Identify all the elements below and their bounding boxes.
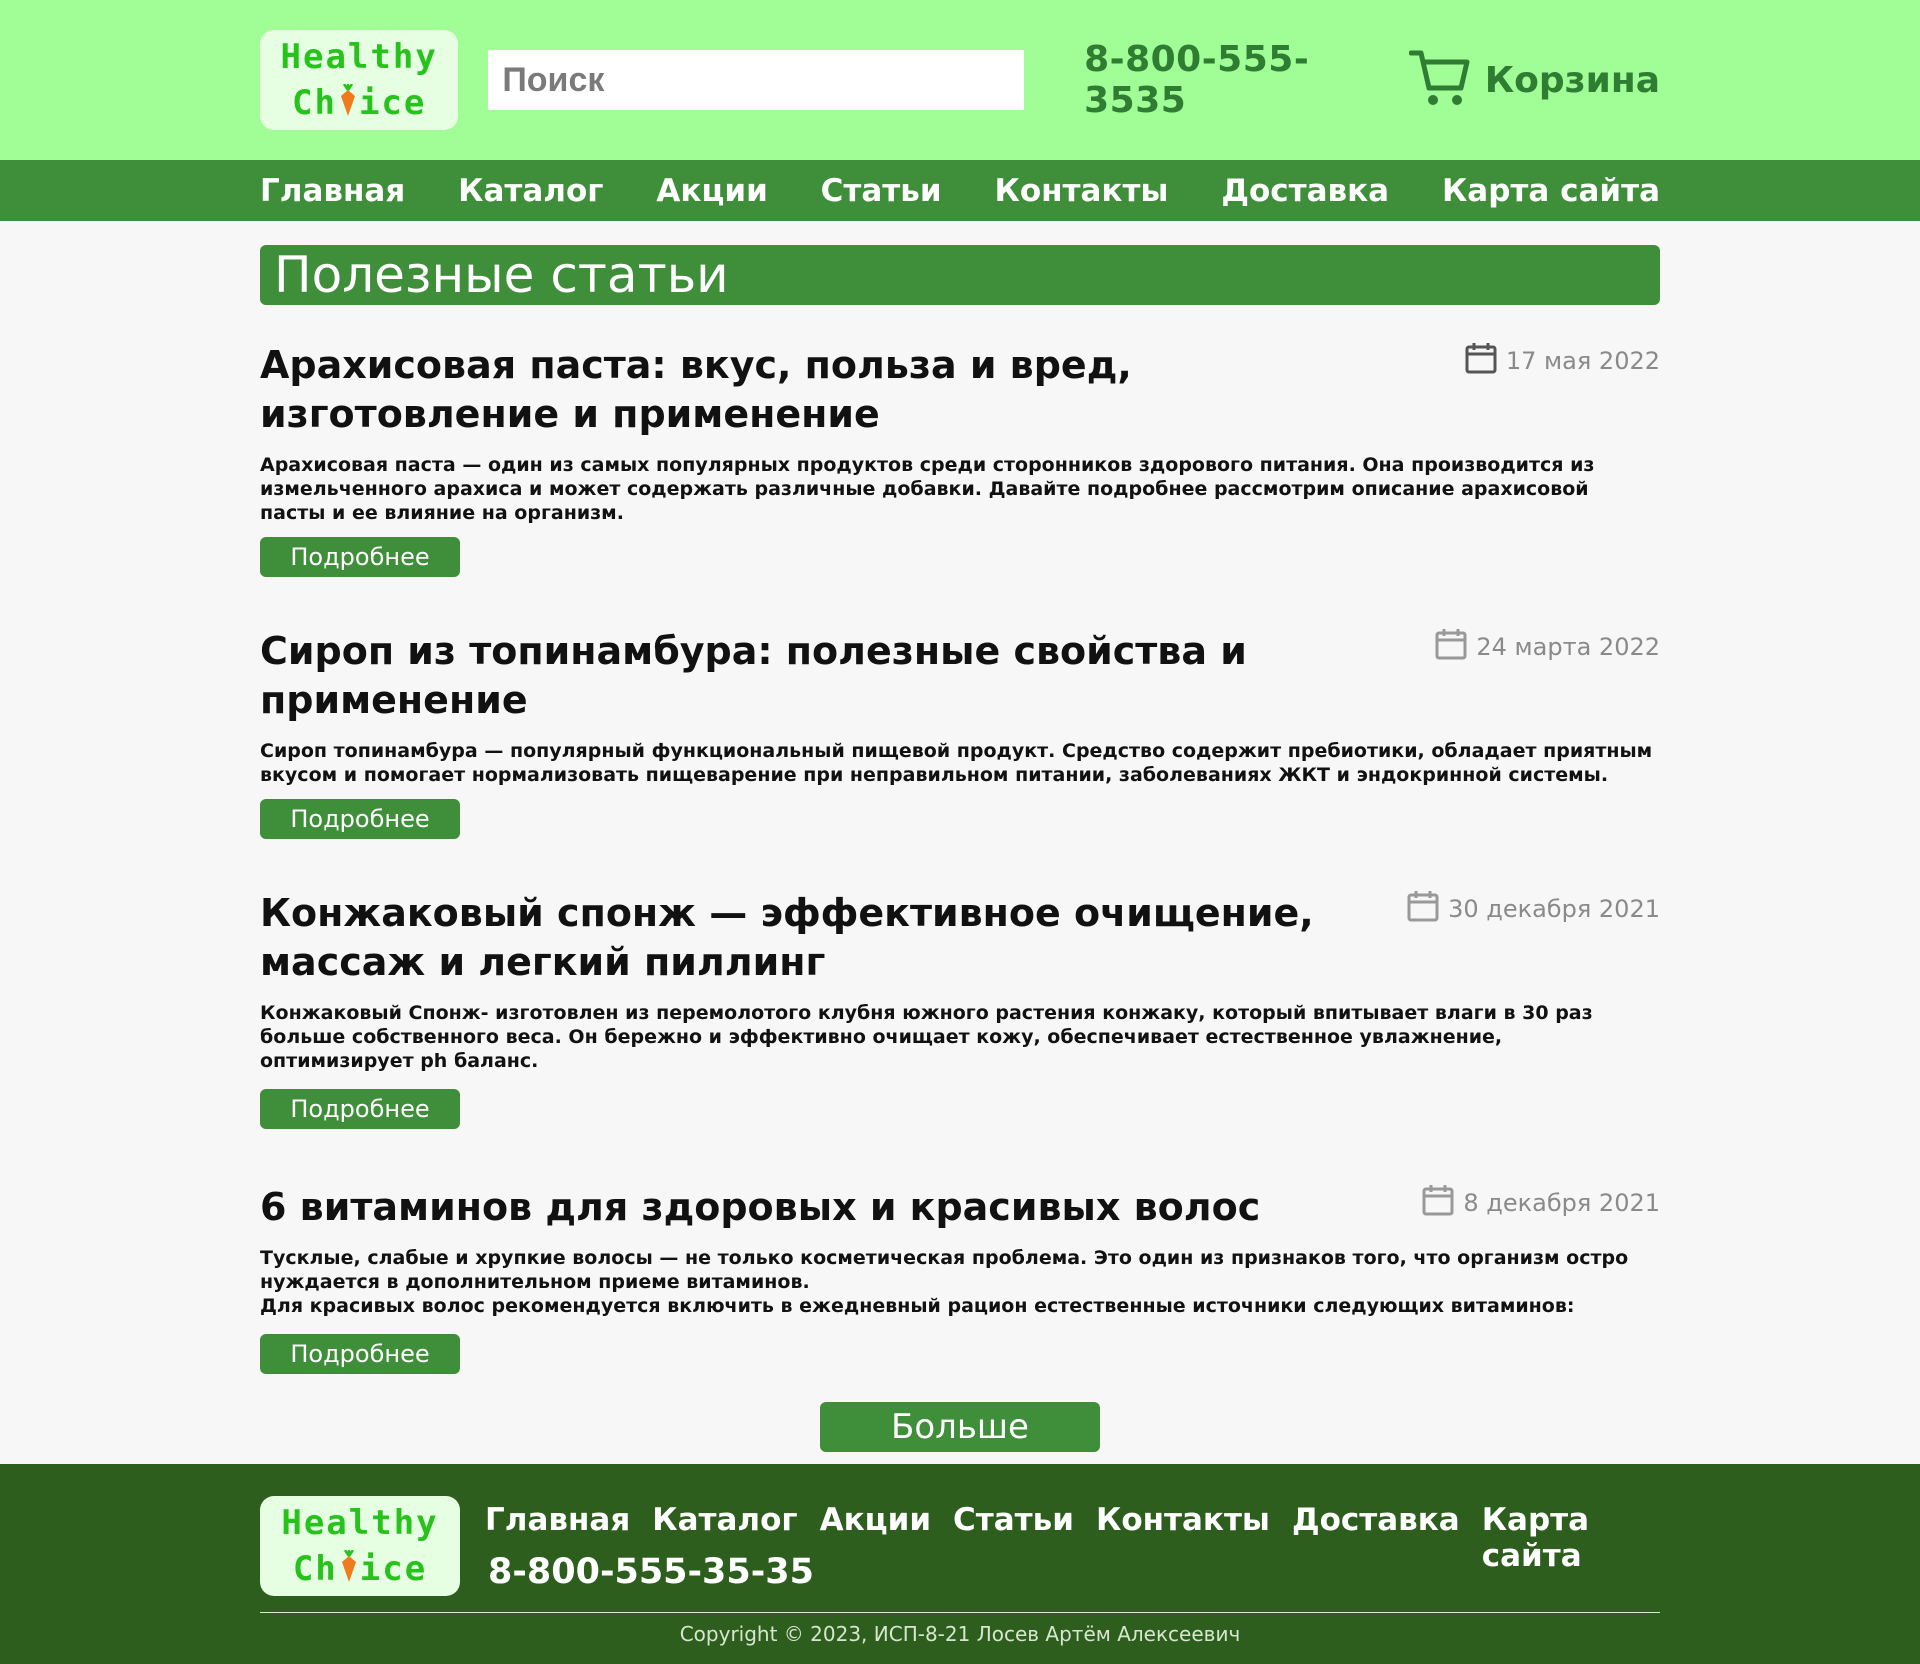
footer-divider — [260, 1612, 1660, 1613]
copyright: Copyright © 2023, ИСП-8-21 Лосев Артём А… — [679, 1622, 1241, 1646]
footer-nav-articles[interactable]: Статьи — [953, 1502, 1074, 1574]
nav-sales[interactable]: Акции — [656, 173, 767, 209]
search-input[interactable] — [488, 50, 1025, 110]
footer-phone[interactable]: 8-800-555-35-35 — [488, 1552, 814, 1592]
logo-line2: Ch ice — [292, 1549, 428, 1589]
calendar-icon — [1406, 889, 1440, 929]
article-title[interactable]: Сироп из топинамбура: полезные свойства … — [260, 627, 1420, 725]
article-date: 24 марта 2022 — [1434, 627, 1660, 667]
read-more-button[interactable]: Подробнее — [260, 799, 460, 839]
nav-home[interactable]: Главная — [260, 173, 405, 209]
carrot-icon — [338, 1549, 360, 1589]
article-date-text: 24 марта 2022 — [1476, 633, 1660, 661]
article-title[interactable]: Арахисовая паста: вкус, польза и вред, и… — [260, 341, 1420, 439]
article-excerpt: Арахисовая паста — один из самых популяр… — [260, 454, 1595, 524]
article-date: 17 мая 2022 — [1464, 341, 1660, 381]
cart-label: Корзина — [1484, 59, 1660, 101]
nav-sitemap[interactable]: Карта сайта — [1442, 173, 1660, 209]
read-more-button[interactable]: Подробнее — [260, 537, 460, 577]
read-more-button[interactable]: Подробнее — [260, 1334, 460, 1374]
nav-delivery[interactable]: Доставка — [1221, 173, 1389, 209]
article-excerpt-2: Для красивых волос рекомендуется включит… — [260, 1295, 1575, 1317]
cart-button[interactable]: Корзина — [1408, 48, 1660, 112]
calendar-icon — [1464, 341, 1498, 381]
footer-logo[interactable]: Healthy Ch ice — [260, 1496, 460, 1596]
article-title[interactable]: Конжаковый спонж — эффективное очищение,… — [260, 889, 1420, 987]
article-item: 6 витаминов для здоровых и красивых воло… — [260, 1183, 1660, 1374]
calendar-icon — [1434, 627, 1468, 667]
site-footer: Healthy Ch ice Главная Каталог Акции Стат… — [0, 1464, 1920, 1664]
footer-nav-contacts[interactable]: Контакты — [1096, 1502, 1270, 1574]
site-header: Healthy Chice 8-800-555-3535 Корзина — [0, 0, 1920, 160]
calendar-icon — [1421, 1183, 1455, 1223]
footer-nav-delivery[interactable]: Доставка — [1292, 1502, 1460, 1574]
load-more-button[interactable]: Больше — [820, 1402, 1100, 1452]
article-excerpt: Тусклые, слабые и хрупкие волосы — не то… — [260, 1247, 1629, 1293]
article-excerpt: Конжаковый Спонж- изготовлен из перемоло… — [260, 1002, 1593, 1072]
nav-contacts[interactable]: Контакты — [994, 173, 1168, 209]
carrot-icon — [337, 83, 359, 123]
main-content: Полезные статьи Арахисовая паста: вкус, … — [260, 245, 1660, 1452]
page-title: Полезные статьи — [260, 245, 1660, 305]
article-excerpt: Сироп топинамбура — популярный функциона… — [260, 740, 1653, 786]
article-item: Конжаковый спонж — эффективное очищение,… — [260, 889, 1660, 1129]
cart-icon — [1408, 48, 1471, 112]
logo-line1: Healthy — [281, 1503, 439, 1543]
logo-line1: Healthy — [280, 37, 438, 77]
main-nav: Главная Каталог Акции Статьи Контакты До… — [0, 160, 1920, 221]
article-date: 8 декабря 2021 — [1421, 1183, 1660, 1223]
nav-catalog[interactable]: Каталог — [458, 173, 603, 209]
article-date-text: 30 декабря 2021 — [1448, 895, 1660, 923]
article-date-text: 8 декабря 2021 — [1463, 1189, 1660, 1217]
site-logo[interactable]: Healthy Ch ice — [260, 30, 459, 130]
article-item: Арахисовая паста: вкус, польза и вред, и… — [260, 341, 1660, 577]
logo-line2: Ch ice — [291, 83, 427, 123]
footer-nav-sales[interactable]: Акции — [820, 1502, 931, 1574]
article-date: 30 декабря 2021 — [1406, 889, 1660, 929]
footer-nav-sitemap[interactable]: Карта сайта — [1482, 1502, 1660, 1574]
nav-articles[interactable]: Статьи — [821, 173, 942, 209]
article-date-text: 17 мая 2022 — [1505, 347, 1660, 375]
article-title[interactable]: 6 витаминов для здоровых и красивых воло… — [260, 1183, 1420, 1232]
header-phone[interactable]: 8-800-555-3535 — [1084, 39, 1409, 121]
read-more-button[interactable]: Подробнее — [260, 1089, 460, 1129]
article-item: Сироп из топинамбура: полезные свойства … — [260, 627, 1660, 839]
